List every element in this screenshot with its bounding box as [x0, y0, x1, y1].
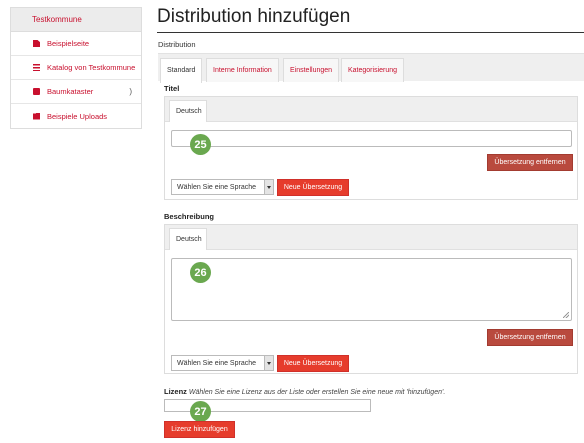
beschreibung-textarea[interactable]	[171, 258, 572, 321]
title-divider	[157, 32, 584, 33]
folder-icon	[33, 112, 40, 120]
sidebar-item-label: Beispielseite	[47, 39, 90, 48]
resize-handle-icon[interactable]	[563, 312, 569, 318]
beschreibung-language-select[interactable]: Wählen Sie eine Sprache	[171, 355, 274, 371]
tab-interne-information[interactable]: Interne Information	[206, 58, 279, 82]
step-badge-25: 25	[190, 134, 211, 155]
list-icon	[33, 64, 40, 71]
sidebar-item-label: Beispiele Uploads	[47, 111, 108, 121]
lizenz-label: Lizenz	[164, 387, 187, 396]
document-icon	[33, 40, 40, 47]
beschreibung-remove-translation-button[interactable]: Übersetzung entfernen	[487, 329, 573, 346]
sidebar-header[interactable]: Testkommune	[11, 8, 141, 32]
beschreibung-tab-deutsch[interactable]: Deutsch	[169, 228, 207, 250]
tab-einstellungen[interactable]: Einstellungen	[283, 58, 340, 82]
chevron-down-icon	[264, 356, 273, 370]
tab-bar: Standard Interne Information Einstellung…	[158, 53, 584, 83]
chevron-right-icon[interactable]: )	[129, 87, 132, 96]
sidebar-item-label: Baumkataster	[47, 87, 94, 96]
sidebar-item-beispielseite[interactable]: Beispielseite	[11, 32, 141, 56]
sidebar-item-beispiele-uploads[interactable]: Beispiele Uploads	[11, 104, 141, 128]
lizenz-label-row: Lizenz Wählen Sie eine Lizenz aus der Li…	[164, 387, 445, 396]
sidebar-item-katalog[interactable]: Katalog von Testkommune	[11, 56, 141, 80]
titel-lang-tabs: Deutsch	[165, 97, 577, 122]
sidebar-item-label: Katalog von Testkommune	[47, 63, 136, 72]
sidebar: Testkommune Beispielseite Katalog von Te…	[10, 7, 142, 129]
step-badge-26: 26	[190, 262, 211, 283]
beschreibung-lang-tabs: Deutsch	[165, 225, 577, 250]
tab-kategorisierung[interactable]: Kategorisierung	[341, 58, 405, 82]
titel-label: Titel	[164, 84, 180, 93]
titel-tab-deutsch[interactable]: Deutsch	[169, 100, 207, 122]
tab-standard[interactable]: Standard	[160, 58, 203, 83]
sidebar-item-baumkataster[interactable]: Baumkataster )	[11, 80, 141, 104]
titel-language-select[interactable]: Wählen Sie eine Sprache	[171, 179, 274, 195]
page-title: Distribution hinzufügen	[157, 6, 351, 27]
beschreibung-label: Beschreibung	[164, 212, 215, 221]
titel-remove-translation-button[interactable]: Übersetzung entfernen	[487, 154, 573, 171]
titel-input[interactable]	[171, 130, 572, 147]
chevron-down-icon	[264, 180, 273, 194]
step-badge-27: 27	[190, 401, 211, 422]
briefcase-icon	[33, 88, 40, 95]
titel-new-translation-button[interactable]: Neue Übersetzung	[277, 179, 349, 196]
breadcrumb: Distribution	[158, 40, 196, 49]
add-license-button[interactable]: Lizenz hinzufügen	[164, 421, 235, 438]
beschreibung-new-translation-button[interactable]: Neue Übersetzung	[277, 355, 349, 372]
lizenz-hint: Wählen Sie eine Lizenz aus der Liste ode…	[188, 389, 446, 396]
